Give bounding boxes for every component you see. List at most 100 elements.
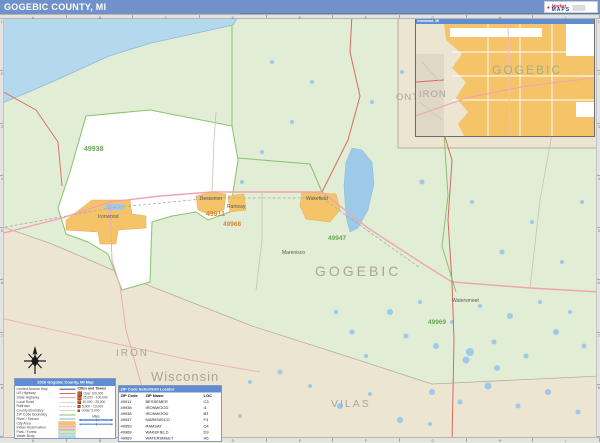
legend-item-label: River / Stream bbox=[17, 417, 60, 421]
inset-map-ironwood: Ironwood, MI GOGEBICIRON bbox=[415, 18, 595, 137]
grid-cell-H: H bbox=[467, 438, 534, 442]
city-class-label: 10,000 - 25,000 bbox=[83, 400, 106, 404]
zip-cell: BESSEMER bbox=[146, 399, 204, 404]
zip-cell: B3 bbox=[204, 412, 222, 417]
grid-cell-8: 8 bbox=[0, 385, 3, 437]
legend-symbol-list: Limited Access HwyUS HighwayState Highwa… bbox=[17, 387, 76, 439]
city-bessemer bbox=[196, 192, 226, 214]
grid-cell-G: G bbox=[400, 15, 467, 18]
zip-cell: I1 bbox=[204, 405, 222, 410]
zip-table-rows: 49911BESSEMERC349938IRONWOODI149938IRONW… bbox=[119, 399, 222, 442]
county-zip-wall-map: { "colors": { "titleBlue": "#7191cb", "p… bbox=[0, 0, 600, 442]
city-class-symbol bbox=[78, 400, 82, 404]
grid-cell-4: 4 bbox=[0, 176, 3, 228]
legend-item-label: Water Body bbox=[17, 435, 59, 439]
zip-cell: 49947 bbox=[121, 418, 146, 423]
zip-table-row: 49959RAMSAYC4 bbox=[119, 423, 222, 429]
legend-item-label: Local Road bbox=[17, 400, 60, 404]
legend-swatch-line-green bbox=[60, 414, 76, 415]
grid-ruler-right: 12345678 bbox=[596, 19, 600, 437]
zip-cell: IRONWOOD bbox=[146, 405, 204, 410]
grid-cell-I: I bbox=[533, 438, 600, 442]
grid-cell-B: B bbox=[67, 15, 134, 18]
city-class-symbol bbox=[78, 410, 81, 413]
zip-cell: 49938 bbox=[121, 405, 146, 410]
city-class-label: 25,000 - 100,000 bbox=[83, 396, 108, 400]
zip-cell: WAKEFIELD bbox=[146, 430, 204, 435]
legend-item-label: City Area bbox=[17, 422, 59, 426]
grid-cell-H: H bbox=[467, 15, 534, 18]
grid-cell-F: F bbox=[333, 15, 400, 18]
zip-table-row: 49947MARENISCOF4 bbox=[119, 417, 222, 423]
zip-cell: MARENISCO bbox=[146, 418, 204, 423]
zip-code-index-table: ZIP Code Index/Grid Locator ZIP CodeZIP … bbox=[118, 385, 222, 442]
compass-rose-icon bbox=[22, 346, 48, 376]
legend-swatch-fill-blue bbox=[59, 434, 76, 438]
grid-cell-1: 1 bbox=[0, 19, 3, 71]
city-class-label: Under 5,000 bbox=[82, 409, 100, 413]
city-class-symbol bbox=[78, 405, 81, 408]
legend-title: 2016 Gogebic County, MI Map bbox=[15, 379, 116, 386]
zip-cell: H6 bbox=[204, 436, 222, 441]
grid-cell-C: C bbox=[133, 15, 200, 18]
legend-box: 2016 Gogebic County, MI Map Limited Acce… bbox=[14, 378, 116, 439]
zip-col-header: ZIP Code bbox=[121, 393, 146, 398]
ironwood-reservoir bbox=[106, 204, 124, 210]
inset-graphics bbox=[416, 24, 594, 136]
grid-cell-3: 3 bbox=[0, 124, 3, 176]
zip-cell: WATERSMEET bbox=[146, 436, 204, 441]
legend-swatch-line-pink bbox=[60, 397, 76, 398]
legend-item-label: Park / Forest bbox=[17, 430, 59, 434]
grid-cell-6: 6 bbox=[0, 280, 3, 332]
legend-swatch-line-rail bbox=[60, 406, 76, 407]
zip-cell: F4 bbox=[204, 418, 222, 423]
zip-cell: 49969 bbox=[121, 436, 146, 441]
legend-item-label: US Highway bbox=[17, 392, 60, 396]
grid-cell-F: F bbox=[333, 438, 400, 442]
city-class-symbol bbox=[78, 396, 82, 400]
grid-ruler-left: 12345678 bbox=[0, 19, 4, 437]
zip-table-column-headers: ZIP CodeZIP NameLOC bbox=[119, 393, 222, 399]
grid-ruler-top: ABCDEFGHI bbox=[0, 14, 600, 19]
legend-city-class: Under 5,000 bbox=[78, 409, 115, 413]
legend-swatch-line-gray bbox=[60, 402, 76, 403]
zip-table-row: 49938IRONWOODB3 bbox=[119, 411, 222, 417]
zip-col-header: LOC bbox=[204, 393, 222, 398]
grid-cell-A: A bbox=[0, 15, 67, 18]
grid-cell-D: D bbox=[200, 15, 267, 18]
legend-item-label: ZIP Code Boundary bbox=[17, 413, 60, 417]
grid-cell-E: E bbox=[267, 15, 334, 18]
city-wakefield bbox=[300, 192, 340, 222]
city-class-label: 5,000 - 10,000 bbox=[82, 405, 103, 409]
city-ramsay bbox=[228, 194, 246, 212]
zip-table-row: 49968WAKEFIELDD3 bbox=[119, 429, 222, 435]
zip-cell: C4 bbox=[204, 424, 222, 429]
legend-item-label: Limited Access Hwy bbox=[17, 387, 60, 391]
grid-cell-G: G bbox=[400, 438, 467, 442]
zip-cell: C3 bbox=[204, 399, 222, 404]
zip-cell: 49911 bbox=[121, 399, 146, 404]
city-class-label: Over 100,000 bbox=[84, 392, 104, 396]
zip-table-row: 49911BESSEMERC3 bbox=[119, 399, 222, 405]
zip-col-header: ZIP Name bbox=[146, 393, 204, 398]
zip-cell: 49968 bbox=[121, 430, 146, 435]
zip-cell: IRONWOOD bbox=[146, 412, 204, 417]
zip-cell: 49938 bbox=[121, 412, 146, 417]
legend-swatch-line-red bbox=[60, 393, 76, 394]
grid-cell-E: E bbox=[267, 438, 334, 442]
zip-table-row: 49969WATERSMEETH6 bbox=[119, 435, 222, 441]
scale-bar-miles bbox=[80, 419, 113, 421]
zip-cell: RAMSAY bbox=[146, 424, 204, 429]
zip-table-row: 49938IRONWOODI1 bbox=[119, 405, 222, 411]
grid-cell-2: 2 bbox=[0, 71, 3, 123]
legend-item-label: Railroad bbox=[17, 405, 60, 409]
scale-bar-km bbox=[80, 423, 113, 425]
legend-item-label: State Highway bbox=[17, 396, 60, 400]
legend-item: Water Body bbox=[17, 434, 76, 438]
zip-cell: D3 bbox=[204, 430, 222, 435]
grid-cell-I: I bbox=[533, 15, 600, 18]
legend-item-label: County Boundary bbox=[17, 409, 60, 413]
legend-city-classes: Over 100,00025,000 - 100,00010,000 - 25,… bbox=[78, 392, 115, 413]
legend-swatch-line-thick bbox=[60, 388, 76, 390]
grid-cell-5: 5 bbox=[0, 228, 3, 280]
